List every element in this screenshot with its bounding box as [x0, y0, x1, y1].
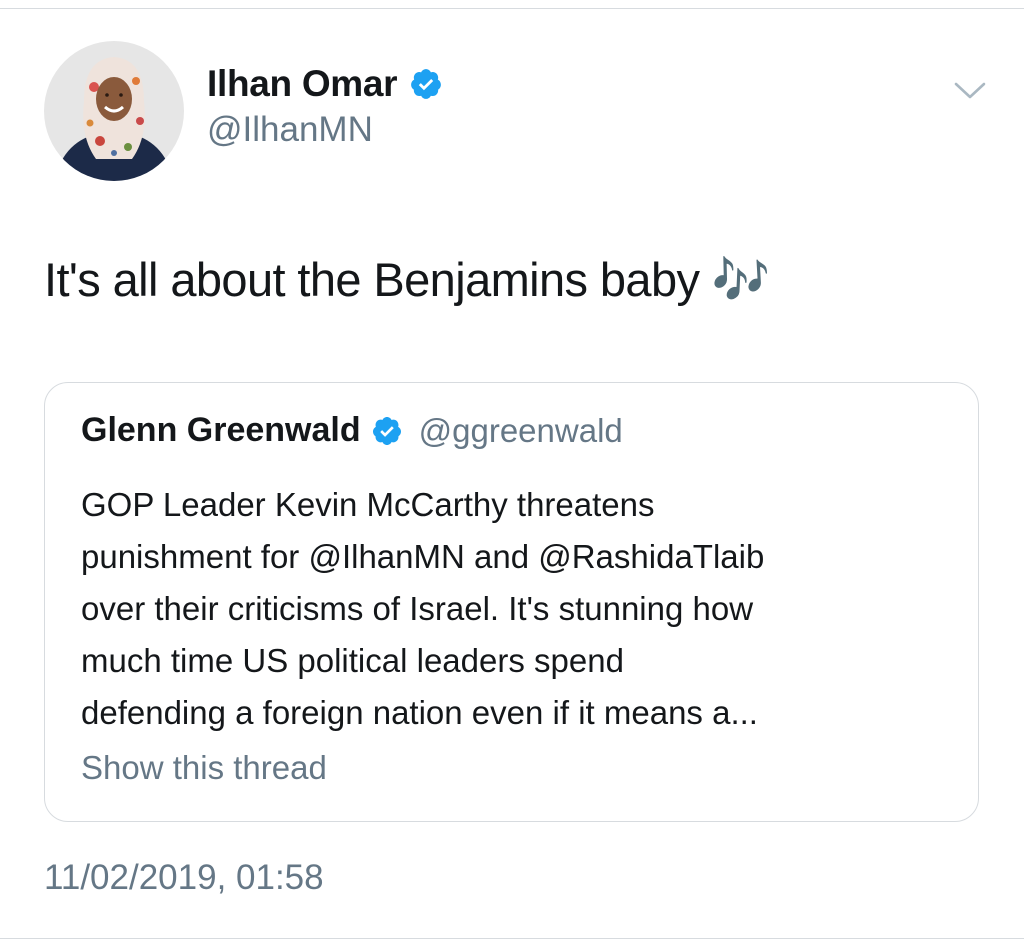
author-handle[interactable]: @IlhanMN	[207, 110, 373, 150]
tweet-text: It's all about the Benjamins baby 🎶	[44, 253, 770, 306]
quoted-tweet-card[interactable]: Glenn Greenwald @ggreenwald GOP Leader K…	[44, 382, 979, 822]
verified-badge-icon	[371, 415, 403, 447]
quoted-author-name: Glenn Greenwald	[81, 411, 361, 449]
quoted-tweet-header: Glenn Greenwald @ggreenwald	[81, 411, 623, 450]
chevron-down-icon[interactable]	[950, 78, 990, 104]
quoted-text-line: GOP Leader Kevin McCarthy threatens	[81, 486, 655, 523]
author-name[interactable]: Ilhan Omar	[207, 63, 398, 105]
bottom-divider	[0, 938, 1024, 939]
quoted-text-line: punishment for @IlhanMN and @RashidaTlai…	[81, 538, 765, 575]
quoted-text-line: defending a foreign nation even if it me…	[81, 694, 758, 731]
tweet-timestamp[interactable]: 11/02/2019, 01:58	[44, 858, 324, 898]
top-divider	[0, 8, 1024, 9]
quoted-tweet-body: GOP Leader Kevin McCarthy threatens puni…	[81, 479, 961, 739]
author-avatar[interactable]	[44, 41, 184, 181]
quoted-author-handle: @ggreenwald	[418, 411, 623, 449]
author-name-row: Ilhan Omar	[207, 60, 443, 108]
quoted-text-line: much time US political leaders spend	[81, 642, 624, 679]
show-thread-link[interactable]: Show this thread	[81, 749, 327, 787]
verified-badge-icon	[409, 67, 443, 101]
quoted-text-line: over their criticisms of Israel. It's st…	[81, 590, 754, 627]
